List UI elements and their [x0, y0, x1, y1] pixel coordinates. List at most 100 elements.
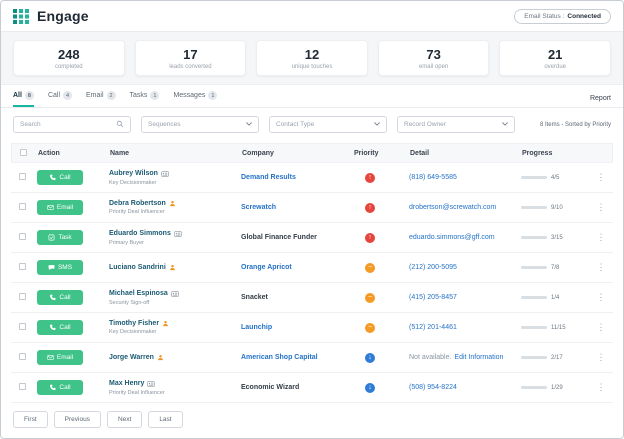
company-name[interactable]: Demand Results — [241, 174, 296, 181]
company-name[interactable]: Orange Apricot — [241, 264, 292, 271]
row-menu-icon[interactable]: ⋮ — [597, 172, 606, 182]
tab-call[interactable]: Call 4 — [48, 91, 73, 107]
previous-page-button[interactable]: Previous — [53, 411, 101, 428]
row-checkbox[interactable] — [19, 263, 26, 270]
email-status-value: Connected — [567, 12, 601, 20]
next-page-button[interactable]: Next — [106, 411, 143, 428]
action-button-label: Email — [56, 354, 74, 361]
row-checkbox[interactable] — [19, 353, 26, 360]
stat-card-email-open: 73 email open — [377, 40, 490, 76]
progress-label: 3/15 — [551, 234, 563, 241]
detail-link[interactable]: (415) 205-8457 — [409, 294, 457, 301]
detail-link[interactable]: eduardo.simmons@gff.com — [409, 234, 495, 241]
contact-name[interactable]: Michael Espinosa — [109, 290, 168, 297]
row-menu-icon[interactable]: ⋮ — [597, 262, 606, 272]
select-all-checkbox[interactable] — [20, 148, 27, 156]
column-header-progress: Progress — [522, 149, 553, 157]
stat-label: completed — [54, 64, 83, 70]
action-button[interactable]: Call — [37, 290, 83, 305]
tab-label: All — [13, 92, 22, 99]
contact-name[interactable]: Eduardo Simmons — [109, 230, 171, 237]
row-checkbox[interactable] — [19, 383, 26, 390]
record-owner-dropdown[interactable]: Record Owner — [397, 116, 515, 133]
table-row: Call Michael Espinosa Security Sign-off … — [11, 283, 613, 313]
progress-label: 1/4 — [551, 294, 560, 301]
action-button-label: Call — [59, 294, 71, 301]
dropdown-label: Record Owner — [404, 121, 446, 128]
search-input[interactable] — [20, 121, 110, 128]
action-button[interactable]: Task — [37, 230, 83, 245]
tab-all[interactable]: All 8 — [13, 91, 34, 107]
last-page-button[interactable]: Last — [148, 411, 183, 428]
row-checkbox[interactable] — [19, 293, 26, 300]
row-menu-icon[interactable]: ⋮ — [597, 202, 606, 212]
detail-link[interactable]: (512) 201-4461 — [409, 324, 457, 331]
priority-high-icon: ↑ — [365, 202, 375, 213]
row-menu-icon[interactable]: ⋮ — [597, 322, 606, 332]
action-button[interactable]: SMS — [37, 260, 83, 275]
detail-link[interactable]: (508) 954-8224 — [409, 384, 457, 391]
chevron-down-icon — [246, 121, 252, 128]
detail-link[interactable]: (818) 649-5585 — [409, 174, 457, 181]
brand: Engage — [13, 8, 89, 24]
company-name[interactable]: Screwatch — [241, 204, 276, 211]
contact-name[interactable]: Luciano Sandrini — [109, 264, 166, 271]
tab-tasks[interactable]: Tasks 1 — [130, 91, 160, 107]
table-header: Action Name Company Priority Detail Prog… — [11, 143, 613, 163]
contact-name[interactable]: Max Henry — [109, 380, 144, 387]
stat-label: leads converted — [169, 64, 212, 70]
row-menu-icon[interactable]: ⋮ — [597, 352, 606, 362]
action-button[interactable]: Email — [37, 350, 83, 365]
stat-label: unique touches — [291, 64, 333, 70]
action-button-label: SMS — [57, 264, 73, 271]
row-checkbox[interactable] — [19, 173, 26, 180]
detail-link[interactable]: Edit Information — [454, 354, 503, 361]
detail-link[interactable]: (212) 200-5095 — [409, 264, 457, 271]
tab-label: Messages — [173, 92, 206, 99]
company-name[interactable]: Launchip — [241, 324, 272, 331]
sort-summary: 8 Items - Sorted by Priority — [539, 121, 611, 128]
row-menu-icon[interactable]: ⋮ — [597, 232, 606, 242]
priority-low-icon: ↓ — [365, 352, 375, 363]
action-button[interactable]: Call — [37, 170, 83, 185]
column-header-priority: Priority — [354, 149, 379, 157]
progress-bar — [521, 176, 547, 179]
row-checkbox[interactable] — [19, 323, 26, 330]
action-button[interactable]: Call — [37, 320, 83, 335]
detail-link[interactable]: drobertson@screwatch.com — [409, 204, 496, 211]
contact-type-dropdown[interactable]: Contact Type — [269, 116, 387, 133]
stat-value: 248 — [57, 47, 80, 62]
email-status-badge[interactable]: Email Status : Connected — [514, 8, 611, 24]
task-icon — [48, 234, 55, 241]
report-link[interactable]: Report — [590, 95, 611, 107]
contact-role: Key Decisionmaker — [109, 329, 157, 335]
contact-name[interactable]: Aubrey Wilson — [109, 170, 158, 177]
row-menu-icon[interactable]: ⋮ — [597, 382, 606, 392]
row-checkbox[interactable] — [19, 203, 26, 210]
contact-role: Priority Deal Influencer — [109, 209, 165, 215]
contact-name[interactable]: Timothy Fisher — [109, 320, 159, 327]
company-name[interactable]: American Shop Capital — [241, 354, 318, 361]
row-menu-icon[interactable]: ⋮ — [597, 292, 606, 302]
tab-email[interactable]: Email 2 — [86, 91, 116, 107]
action-button[interactable]: Call — [37, 380, 83, 395]
first-page-button[interactable]: First — [13, 411, 48, 428]
id-card-icon — [171, 290, 179, 298]
stat-card-completed: 248 completed — [13, 40, 125, 76]
tab-label: Email — [86, 92, 104, 99]
sequences-dropdown[interactable]: Sequences — [141, 116, 259, 133]
contact-name[interactable]: Debra Robertson — [109, 200, 166, 207]
priority-medium-icon: − — [365, 322, 375, 333]
search-field[interactable] — [13, 116, 131, 133]
table-row: SMS Luciano Sandrini Orange Apricot − (2… — [11, 253, 613, 283]
contact-role: Security Sign-off — [109, 299, 150, 306]
filter-bar: Sequences Contact Type Record Owner 8 It… — [1, 108, 623, 139]
row-checkbox[interactable] — [19, 233, 26, 240]
tab-messages[interactable]: Messages 1 — [173, 91, 218, 107]
chevron-down-icon — [502, 121, 508, 128]
table-row: Email Jorge Warren American Shop Capital… — [11, 343, 613, 373]
table-body: Call Aubrey Wilson Key Decisionmaker Dem… — [11, 163, 613, 403]
contact-name[interactable]: Jorge Warren — [109, 354, 154, 361]
priority-medium-icon: − — [365, 262, 375, 273]
action-button[interactable]: Email — [37, 200, 83, 215]
